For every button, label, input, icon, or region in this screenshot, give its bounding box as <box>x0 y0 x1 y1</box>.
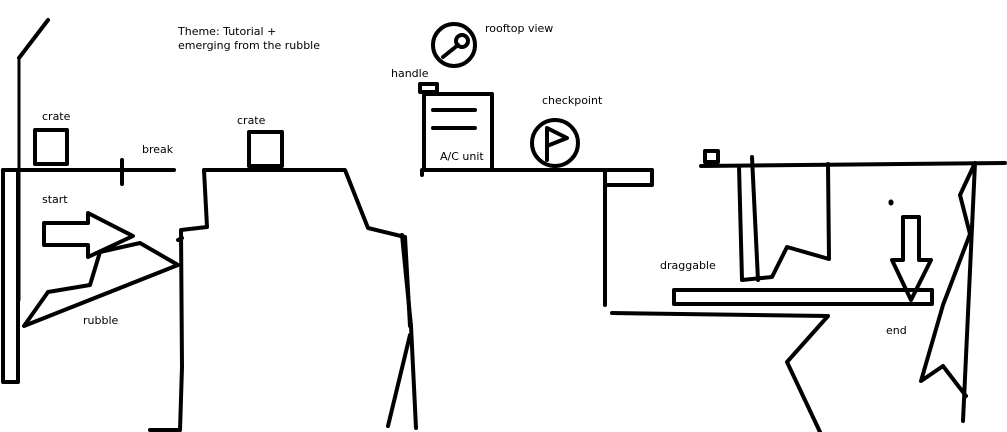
level-sketch: Theme: Tutorial + emerging from the rubb… <box>1 18 1007 432</box>
label-rooftop-view: rooftop view <box>485 22 553 35</box>
rooftop-ledge <box>420 168 607 307</box>
label-ac-unit: A/C unit <box>440 150 484 163</box>
end-arrow <box>890 215 933 302</box>
upper-ledge <box>699 161 1007 168</box>
column-lower-1 <box>400 233 418 430</box>
key-icon <box>431 22 477 68</box>
label-start: start <box>42 193 68 206</box>
handle-box <box>418 82 439 94</box>
theme-line-1: Theme: Tutorial + <box>177 25 276 38</box>
label-handle: handle <box>391 67 429 80</box>
label-crate-left: crate <box>42 110 71 123</box>
label-draggable: draggable <box>660 259 716 272</box>
label-end: end <box>886 324 907 337</box>
label-checkpoint: checkpoint <box>542 94 603 107</box>
label-break: break <box>142 143 174 156</box>
middle-cliff-notch <box>176 236 184 242</box>
column-lower-2 <box>386 333 412 428</box>
label-rubble: rubble <box>83 314 119 327</box>
label-crate-middle: crate <box>237 114 266 127</box>
lower-floor <box>610 311 830 432</box>
panel-inner-line <box>750 155 760 282</box>
middle-cliff <box>148 168 412 432</box>
ledge-overhang <box>603 168 654 187</box>
left-crate <box>33 128 69 166</box>
theme-line-2: emerging from the rubble <box>178 39 320 52</box>
start-arrow <box>42 211 135 259</box>
draggable-platform <box>672 288 934 306</box>
left-wall <box>1 168 20 384</box>
flag-icon <box>530 118 580 168</box>
middle-crate <box>247 130 284 168</box>
left-diagonal-line <box>17 18 50 60</box>
small-box <box>703 149 720 164</box>
